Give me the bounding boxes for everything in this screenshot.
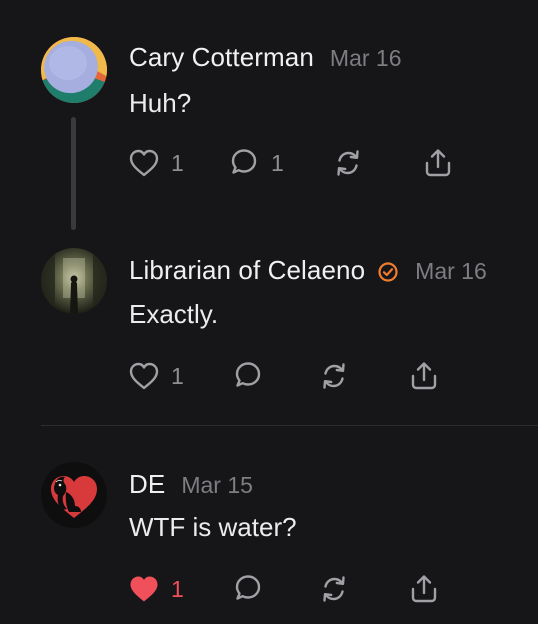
- reply-count: 1: [271, 149, 284, 176]
- post-text: Huh?: [129, 88, 192, 118]
- heart-icon: [129, 149, 159, 177]
- share-icon: [411, 362, 437, 390]
- post-date[interactable]: Mar 15: [181, 472, 253, 499]
- avatar-librarian-of-celaeno[interactable]: [41, 248, 107, 314]
- post-date[interactable]: Mar 16: [330, 45, 402, 72]
- like-button[interactable]: 1: [127, 145, 184, 181]
- post-text: WTF is water?: [129, 512, 297, 542]
- reply-button[interactable]: 1: [227, 145, 284, 181]
- heart-icon: [129, 362, 159, 390]
- share-button[interactable]: [407, 571, 441, 607]
- reply-button[interactable]: [231, 358, 265, 394]
- repost-button[interactable]: [317, 571, 351, 607]
- post-actions: 1 1: [127, 145, 467, 181]
- post-text: Exactly.: [129, 299, 219, 329]
- comment-bubble-icon: [231, 149, 257, 174]
- like-count: 1: [171, 362, 184, 389]
- author-name[interactable]: Cary Cotterman: [129, 42, 314, 73]
- share-icon: [425, 149, 451, 177]
- post-actions: 1: [127, 571, 467, 607]
- post-header: Cary Cotterman Mar 16: [129, 42, 402, 73]
- author-name[interactable]: Librarian of Celaeno: [129, 255, 365, 286]
- avatar-de[interactable]: [41, 462, 107, 528]
- repost-button[interactable]: [317, 358, 351, 394]
- share-icon: [411, 575, 437, 603]
- repost-button[interactable]: [331, 145, 365, 181]
- post-actions: 1: [127, 358, 467, 394]
- post-date[interactable]: Mar 16: [415, 258, 487, 285]
- heart-icon: [130, 576, 158, 602]
- author-name[interactable]: DE: [129, 469, 165, 500]
- repost-icon: [323, 576, 345, 602]
- share-button[interactable]: [421, 145, 455, 181]
- post-header: Librarian of Celaeno Mar 16: [129, 255, 487, 286]
- repost-icon: [337, 150, 359, 176]
- like-button[interactable]: 1: [127, 358, 184, 394]
- reply-button[interactable]: [231, 571, 265, 607]
- post-divider: [41, 425, 538, 426]
- like-count: 1: [171, 575, 184, 602]
- thread-connector-line: [71, 117, 76, 230]
- comment-bubble-icon: [235, 362, 261, 387]
- share-button[interactable]: [407, 358, 441, 394]
- avatar-cary-cotterman[interactable]: [41, 37, 107, 103]
- comment-bubble-icon: [235, 575, 261, 600]
- like-button[interactable]: 1: [127, 571, 184, 607]
- like-count: 1: [171, 149, 184, 176]
- repost-icon: [323, 363, 345, 389]
- verified-check-icon: [377, 261, 399, 283]
- post-header: DE Mar 15: [129, 469, 253, 500]
